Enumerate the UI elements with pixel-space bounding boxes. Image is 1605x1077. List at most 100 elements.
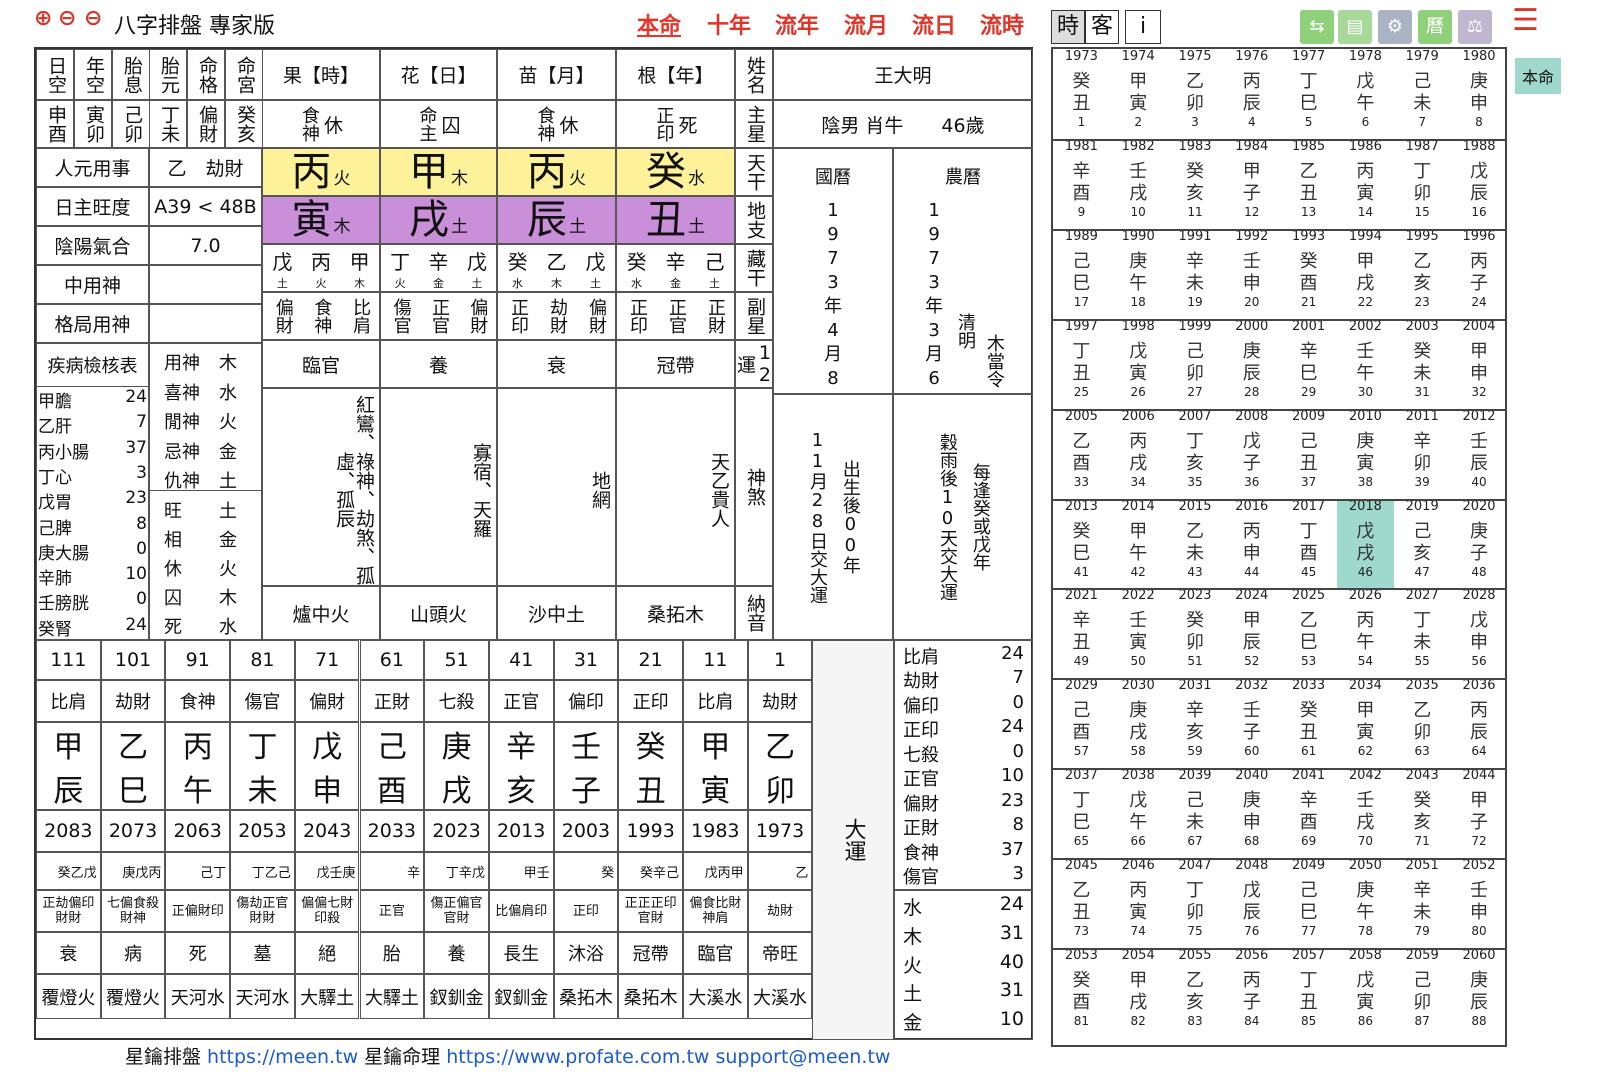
year-cell[interactable]: 2045 乙丑 73 — [1053, 858, 1110, 948]
footer-link-meen[interactable]: https://meen.tw — [207, 1046, 358, 1068]
year-cell[interactable]: 2050 庚午 78 — [1337, 858, 1394, 948]
year-cell[interactable]: 1981 辛酉 9 — [1053, 139, 1110, 229]
year-cell[interactable]: 1999 己卯 27 — [1167, 319, 1224, 409]
year-cell[interactable]: 1977 丁巳 5 — [1280, 49, 1337, 139]
year-cell[interactable]: 2059 己卯 87 — [1394, 948, 1451, 1038]
year-cell[interactable]: 2040 庚申 68 — [1223, 768, 1280, 858]
year-cell[interactable]: 2030 庚戌 58 — [1110, 678, 1167, 768]
year-cell[interactable]: 2029 己酉 57 — [1053, 678, 1110, 768]
year-cell[interactable]: 2021 辛丑 49 — [1053, 588, 1110, 678]
year-cell[interactable]: 1987 丁卯 15 — [1394, 139, 1451, 229]
year-cell[interactable]: 2012 壬辰 40 — [1451, 409, 1508, 499]
year-cell[interactable]: 1989 己巳 17 — [1053, 229, 1110, 319]
year-cell[interactable]: 1983 癸亥 11 — [1167, 139, 1224, 229]
year-cell[interactable]: 2051 辛未 79 — [1394, 858, 1451, 948]
year-cell[interactable]: 2015 乙未 43 — [1167, 499, 1224, 589]
year-cell[interactable]: 1998 戊寅 26 — [1110, 319, 1167, 409]
year-cell[interactable]: 2007 丁亥 35 — [1167, 409, 1224, 499]
year-cell[interactable]: 2020 庚子 48 — [1451, 499, 1508, 589]
year-cell[interactable]: 2019 己亥 47 — [1394, 499, 1451, 589]
year-cell[interactable]: 1984 甲子 12 — [1223, 139, 1280, 229]
year-cell[interactable]: 2033 癸丑 61 — [1280, 678, 1337, 768]
year-cell[interactable]: 2026 丙午 54 — [1337, 588, 1394, 678]
year-cell[interactable]: 1990 庚午 18 — [1110, 229, 1167, 319]
footer-link-profate[interactable]: https://www.profate.com.tw — [446, 1046, 709, 1068]
tab-day[interactable]: 流日 — [912, 8, 956, 40]
year-cell[interactable]: 2031 辛亥 59 — [1167, 678, 1224, 768]
year-cell[interactable]: 2013 癸巳 41 — [1053, 499, 1110, 589]
year-cell[interactable]: 2005 乙酉 33 — [1053, 409, 1110, 499]
year-cell[interactable]: 2044 甲子 72 — [1451, 768, 1508, 858]
tab-hour[interactable]: 流時 — [980, 8, 1024, 40]
year-cell[interactable]: 1978 戊午 6 — [1337, 49, 1394, 139]
year-cell[interactable]: 2034 甲寅 62 — [1337, 678, 1394, 768]
year-cell[interactable]: 2009 己丑 37 — [1280, 409, 1337, 499]
year-cell[interactable]: 2014 甲午 42 — [1110, 499, 1167, 589]
year-cell[interactable]: 2017 丁酉 45 — [1280, 499, 1337, 589]
year-cell[interactable]: 2028 戊申 56 — [1451, 588, 1508, 678]
year-cell[interactable]: 2042 壬戌 70 — [1337, 768, 1394, 858]
calendar-icon[interactable]: 曆 — [1418, 10, 1452, 44]
year-cell[interactable]: 1988 戊辰 16 — [1451, 139, 1508, 229]
toggle-guest[interactable]: 客 — [1085, 10, 1119, 44]
year-cell[interactable]: 1991 辛未 19 — [1167, 229, 1224, 319]
year-cell[interactable]: 1975 乙卯 3 — [1167, 49, 1224, 139]
tab-year[interactable]: 流年 — [775, 8, 819, 40]
year-cell[interactable]: 2022 壬寅 50 — [1110, 588, 1167, 678]
year-cell[interactable]: 2023 癸卯 51 — [1167, 588, 1224, 678]
year-cell[interactable]: 1995 乙亥 23 — [1394, 229, 1451, 319]
share-icon[interactable]: ⇆ — [1300, 10, 1334, 44]
year-cell[interactable]: 1973 癸丑 1 — [1053, 49, 1110, 139]
year-cell[interactable]: 1985 乙丑 13 — [1280, 139, 1337, 229]
year-cell[interactable]: 1993 癸酉 21 — [1280, 229, 1337, 319]
year-cell[interactable]: 1992 壬申 20 — [1223, 229, 1280, 319]
year-cell[interactable]: 2047 丁卯 75 — [1167, 858, 1224, 948]
year-cell[interactable]: 1979 己未 7 — [1394, 49, 1451, 139]
year-cell[interactable]: 2052 壬申 80 — [1451, 858, 1508, 948]
menu-icon[interactable]: ☰ — [1512, 6, 1539, 36]
zoom-reset-icon[interactable]: ⊖ — [84, 8, 102, 30]
year-cell[interactable]: 2037 丁巳 65 — [1053, 768, 1110, 858]
year-cell[interactable]: 1974 甲寅 2 — [1110, 49, 1167, 139]
year-cell[interactable]: 2000 庚辰 28 — [1223, 319, 1280, 409]
year-cell[interactable]: 2054 甲戌 82 — [1110, 948, 1167, 1038]
year-cell[interactable]: 2053 癸酉 81 — [1053, 948, 1110, 1038]
year-cell[interactable]: 1997 丁丑 25 — [1053, 319, 1110, 409]
year-cell[interactable]: 2003 癸未 31 — [1394, 319, 1451, 409]
year-cell[interactable]: 1980 庚申 8 — [1451, 49, 1508, 139]
year-cell[interactable]: 2043 癸亥 71 — [1394, 768, 1451, 858]
year-cell[interactable]: 2027 丁未 55 — [1394, 588, 1451, 678]
year-cell[interactable]: 2038 戊午 66 — [1110, 768, 1167, 858]
year-cell[interactable]: 2025 乙巳 53 — [1280, 588, 1337, 678]
year-cell[interactable]: 2058 戊寅 86 — [1337, 948, 1394, 1038]
footer-link-support[interactable]: support@meen.tw — [709, 1046, 890, 1068]
compare-icon[interactable]: ⚖ — [1458, 10, 1492, 44]
year-cell[interactable]: 2039 己未 67 — [1167, 768, 1224, 858]
year-cell[interactable]: 2008 戊子 36 — [1223, 409, 1280, 499]
side-tag-benming[interactable]: 本命 — [1515, 58, 1561, 94]
year-cell[interactable]: 2049 己巳 77 — [1280, 858, 1337, 948]
year-cell[interactable]: 1976 丙辰 4 — [1223, 49, 1280, 139]
year-cell[interactable]: 2004 甲申 32 — [1451, 319, 1508, 409]
tab-month[interactable]: 流月 — [844, 8, 888, 40]
year-cell[interactable]: 2060 庚辰 88 — [1451, 948, 1508, 1038]
year-cell[interactable]: 2002 壬午 30 — [1337, 319, 1394, 409]
year-cell[interactable]: 2010 庚寅 38 — [1337, 409, 1394, 499]
tab-decade[interactable]: 十年 — [707, 8, 751, 40]
toggle-info[interactable]: i — [1125, 10, 1161, 44]
print-icon[interactable]: ▤ — [1338, 10, 1372, 44]
year-cell[interactable]: 2041 辛酉 69 — [1280, 768, 1337, 858]
zoom-in-icon[interactable]: ⊕ — [34, 8, 52, 30]
year-cell[interactable]: 2011 辛卯 39 — [1394, 409, 1451, 499]
year-cell[interactable]: 1986 丙寅 14 — [1337, 139, 1394, 229]
year-cell[interactable]: 2048 戊辰 76 — [1223, 858, 1280, 948]
year-cell[interactable]: 2016 丙申 44 — [1223, 499, 1280, 589]
year-cell[interactable]: 2036 丙辰 64 — [1451, 678, 1508, 768]
year-cell[interactable]: 1996 丙子 24 — [1451, 229, 1508, 319]
tab-benming[interactable]: 本命 — [637, 8, 681, 40]
gear-icon[interactable]: ⚙ — [1378, 10, 1412, 44]
year-cell[interactable]: 2032 壬子 60 — [1223, 678, 1280, 768]
year-cell[interactable]: 2046 丙寅 74 — [1110, 858, 1167, 948]
year-cell[interactable]: 2024 甲辰 52 — [1223, 588, 1280, 678]
year-cell[interactable]: 2035 乙卯 63 — [1394, 678, 1451, 768]
